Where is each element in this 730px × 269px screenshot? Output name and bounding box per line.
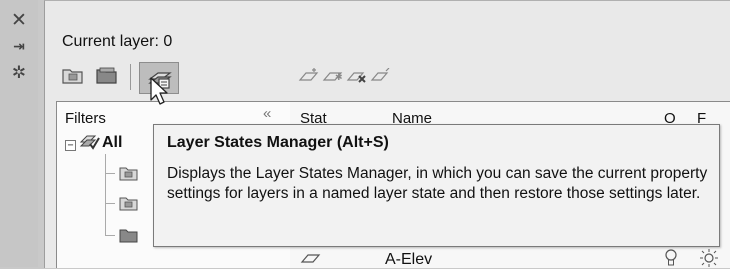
lightbulb-on-icon[interactable] xyxy=(664,248,678,267)
auto-hide-icon[interactable]: ⇥ xyxy=(9,37,29,57)
property-filter-icon[interactable] xyxy=(119,195,139,211)
tree-collapse-toggle[interactable]: − xyxy=(65,140,76,151)
svg-text:✱: ✱ xyxy=(335,73,343,83)
toolbar-divider xyxy=(130,64,131,90)
current-layer-label: Current layer: 0 xyxy=(62,33,173,50)
group-filter-icon[interactable] xyxy=(119,227,139,243)
palette-title-strip: ✕ ⇥ ✲ xyxy=(0,0,38,267)
tree-connector xyxy=(105,203,115,204)
tooltip-layer-states-manager: Layer States Manager (Alt+S) Displays th… xyxy=(153,124,720,247)
filters-header: Filters xyxy=(65,110,106,127)
tree-connector xyxy=(105,173,115,174)
mouse-pointer-icon xyxy=(150,77,168,105)
property-filter-icon[interactable] xyxy=(119,165,139,181)
set-current-icon[interactable] xyxy=(370,67,392,89)
layer-name-cell[interactable]: A-Elev xyxy=(385,251,432,269)
delete-layer-icon[interactable] xyxy=(346,68,368,89)
tree-connector xyxy=(105,154,106,236)
all-layers-filter-icon xyxy=(79,135,100,150)
new-layer-icon[interactable] xyxy=(298,68,320,89)
tree-connector xyxy=(105,235,115,236)
tree-item-all[interactable]: All xyxy=(102,134,122,152)
collapse-filters-icon[interactable]: « xyxy=(263,105,271,122)
sun-thawed-icon[interactable] xyxy=(697,248,721,267)
new-layer-vp-frozen-icon[interactable]: ✱ xyxy=(322,68,344,89)
new-property-filter-icon[interactable] xyxy=(62,66,84,89)
layer-status-icon xyxy=(300,254,321,263)
tooltip-description: Displays the Layer States Manager, in wh… xyxy=(167,165,708,202)
close-icon[interactable]: ✕ xyxy=(9,9,29,31)
new-group-filter-icon[interactable] xyxy=(96,66,118,89)
tooltip-title: Layer States Manager (Alt+S) xyxy=(167,134,389,151)
properties-gear-icon[interactable]: ✲ xyxy=(9,63,29,83)
